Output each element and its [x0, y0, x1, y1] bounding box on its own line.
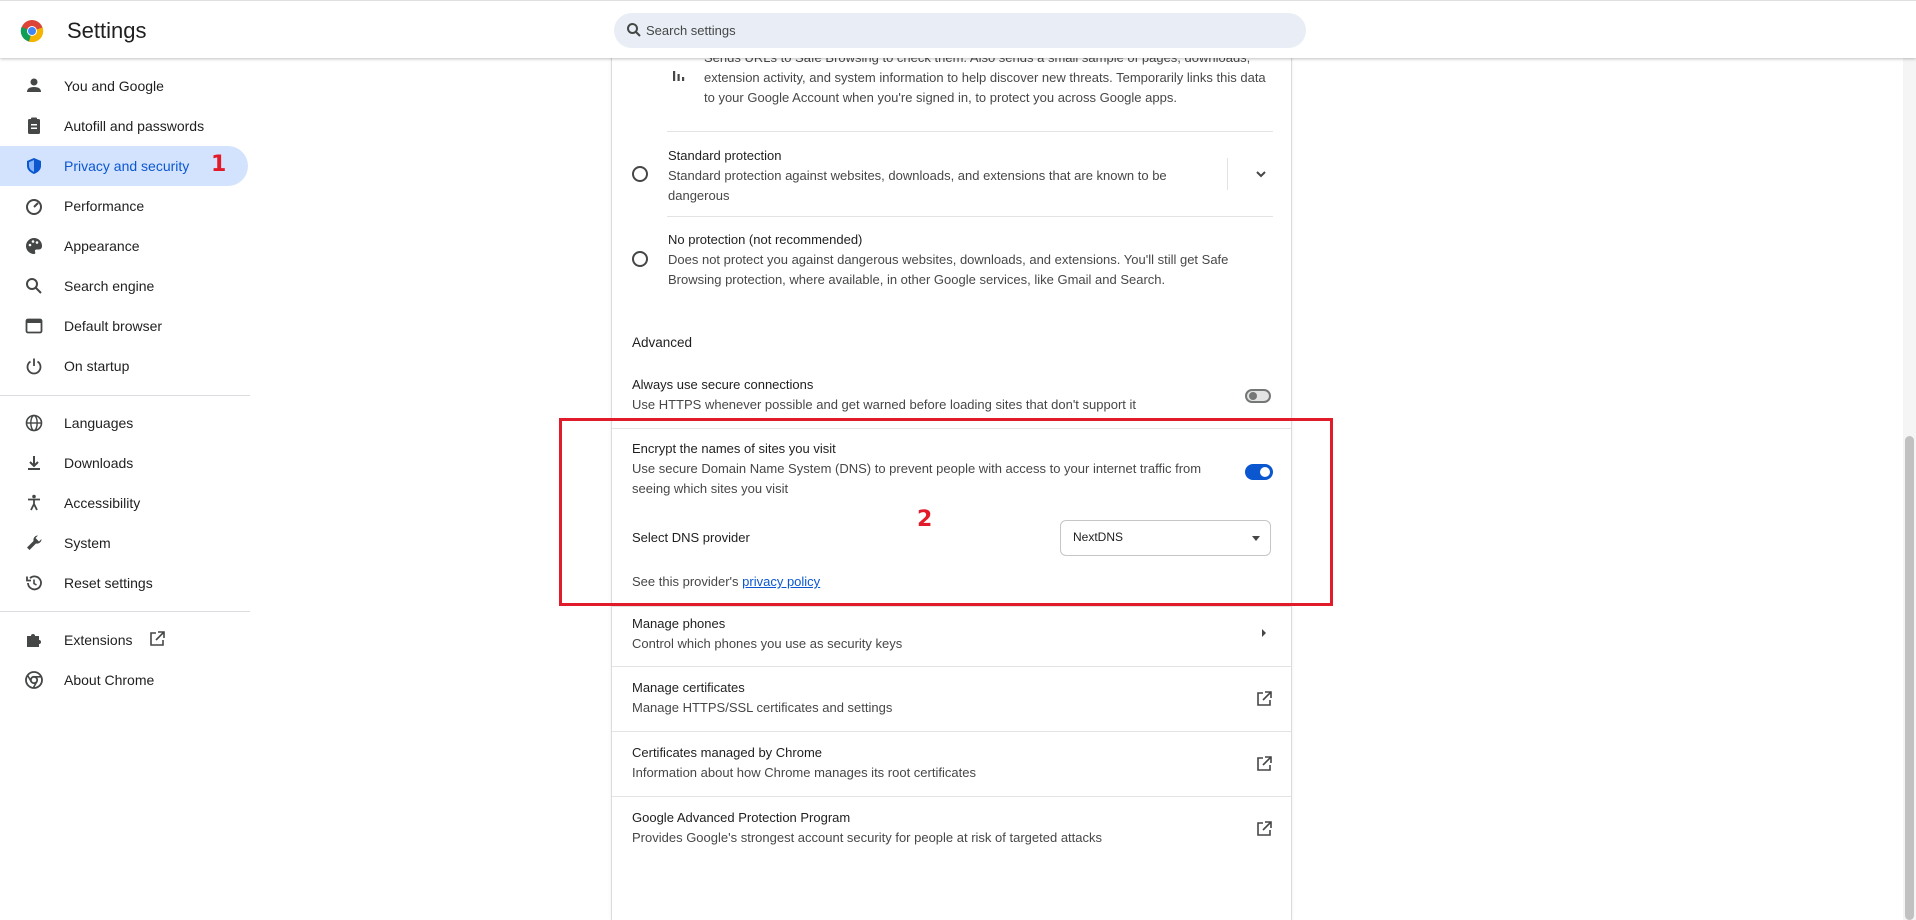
speedometer-icon	[26, 199, 42, 215]
https-title: Always use secure connections	[632, 377, 814, 392]
person-icon	[27, 78, 41, 92]
chrome-logo-icon	[20, 20, 44, 43]
search-settings-field[interactable]: Search settings	[614, 13, 1306, 48]
clipboard-icon	[28, 117, 40, 134]
advanced-heading: Advanced	[632, 335, 693, 350]
standard-protection-radio[interactable]	[632, 166, 648, 182]
chrome-certificates-title[interactable]: Certificates managed by Chrome	[632, 743, 822, 763]
sidebar-item-label: Default browser	[64, 318, 163, 334]
standard-protection-description: Standard protection against websites, do…	[668, 168, 1167, 183]
sidebar-item-languages[interactable]: Languages	[0, 403, 248, 443]
sidebar-item-on-startup[interactable]: On startup	[0, 346, 248, 386]
sidebar: You and Google Autofill and passwords Pr…	[0, 58, 250, 920]
sidebar-item-appearance[interactable]: Appearance	[0, 226, 248, 266]
open-external-icon	[150, 631, 165, 646]
app-title: Settings	[67, 18, 147, 43]
wrench-icon	[27, 535, 42, 550]
chrome-icon	[25, 671, 43, 689]
sidebar-item-default-browser[interactable]: Default browser	[0, 306, 248, 346]
sidebar-item-label: You and Google	[64, 78, 164, 94]
sidebar-item-search-engine[interactable]: Search engine	[0, 266, 248, 306]
sidebar-item-label: System	[64, 535, 111, 551]
sidebar-item-label: Performance	[64, 198, 145, 214]
standard-protection-description: dangerous	[668, 188, 730, 203]
open-external-icon[interactable]	[1255, 820, 1273, 838]
sidebar-item-privacy-and-security[interactable]: Privacy and security 1	[0, 146, 248, 186]
no-protection-description: Browsing protection, where available, in…	[668, 272, 1166, 287]
divider	[612, 606, 1291, 607]
bar-chart-icon	[673, 71, 685, 81]
search-icon	[627, 23, 641, 37]
top-bar: Settings Search settings	[0, 0, 1916, 58]
manage-certificates-title[interactable]: Manage certificates	[632, 678, 745, 698]
manage-certificates-description: Manage HTTPS/SSL certificates and settin…	[632, 700, 893, 715]
no-protection-description: Does not protect you against dangerous w…	[668, 252, 1229, 267]
chrome-certificates-description: Information about how Chrome manages its…	[632, 765, 976, 780]
settings-page: Settings Search settings You and Google …	[0, 0, 1916, 920]
sidebar-item-system[interactable]: System	[0, 523, 248, 563]
shield-icon	[27, 158, 41, 174]
sidebar-item-label: Languages	[64, 415, 134, 431]
divider	[612, 731, 1291, 732]
puzzle-icon	[27, 634, 41, 647]
enhanced-protection-description: extension activity, and system informati…	[704, 70, 1266, 85]
no-protection-radio[interactable]	[632, 251, 648, 267]
annotation-highlight-box	[559, 418, 1333, 606]
open-external-icon[interactable]	[1255, 755, 1273, 773]
standard-protection-title: Standard protection	[668, 148, 782, 163]
https-toggle[interactable]	[1245, 389, 1271, 403]
globe-icon	[25, 414, 43, 432]
sidebar-item-label: Accessibility	[64, 495, 141, 511]
advanced-protection-description: Provides Google's strongest account secu…	[632, 830, 1102, 845]
sidebar-divider	[0, 611, 250, 612]
search-icon	[26, 278, 42, 294]
enhanced-protection-description: to your Google Account when you're signe…	[704, 90, 1177, 105]
sidebar-item-accessibility[interactable]: Accessibility	[0, 483, 248, 523]
open-external-icon[interactable]	[1255, 690, 1273, 708]
divider	[667, 216, 1273, 217]
sidebar-item-label: Search engine	[64, 278, 155, 294]
sidebar-item-label: Downloads	[64, 455, 134, 471]
sidebar-item-about-chrome[interactable]: About Chrome	[0, 660, 248, 700]
download-icon	[28, 456, 40, 470]
divider	[667, 131, 1273, 132]
advanced-protection-title[interactable]: Google Advanced Protection Program	[632, 808, 850, 828]
vertical-separator	[1227, 158, 1228, 190]
sidebar-item-extensions[interactable]: Extensions	[0, 620, 248, 660]
arrow-right-icon[interactable]	[1259, 628, 1269, 638]
sidebar-item-label: On startup	[64, 358, 130, 374]
sidebar-item-downloads[interactable]: Downloads	[0, 443, 248, 483]
browser-window-icon	[25, 318, 43, 334]
https-description: Use HTTPS whenever possible and get warn…	[632, 397, 1136, 412]
chevron-down-icon[interactable]	[1255, 168, 1267, 180]
sidebar-item-you-and-google[interactable]: You and Google	[0, 66, 248, 106]
sidebar-item-label: Appearance	[64, 238, 140, 254]
accessibility-icon	[28, 494, 40, 511]
sidebar-item-label: Reset settings	[64, 575, 153, 591]
sidebar-item-label: Autofill and passwords	[64, 118, 205, 134]
history-icon	[26, 575, 42, 591]
sidebar-item-label: Privacy and security	[64, 158, 190, 174]
search-placeholder: Search settings	[646, 23, 736, 38]
palette-icon	[26, 237, 43, 254]
sidebar-item-label: Extensions	[64, 632, 133, 648]
power-icon	[26, 358, 42, 375]
manage-phones-description: Control which phones you use as security…	[632, 636, 903, 651]
sidebar-item-label: About Chrome	[64, 672, 155, 688]
annotation-marker-1: 1	[211, 152, 227, 177]
sidebar-item-performance[interactable]: Performance	[0, 186, 248, 226]
divider	[612, 666, 1291, 667]
scrollbar-thumb[interactable]	[1905, 436, 1914, 920]
sidebar-item-reset-settings[interactable]: Reset settings	[0, 563, 248, 603]
divider	[612, 796, 1291, 797]
no-protection-title: No protection (not recommended)	[668, 232, 863, 247]
sidebar-item-autofill[interactable]: Autofill and passwords	[0, 106, 248, 146]
sidebar-divider	[0, 395, 250, 396]
manage-phones-title[interactable]: Manage phones	[632, 614, 725, 634]
